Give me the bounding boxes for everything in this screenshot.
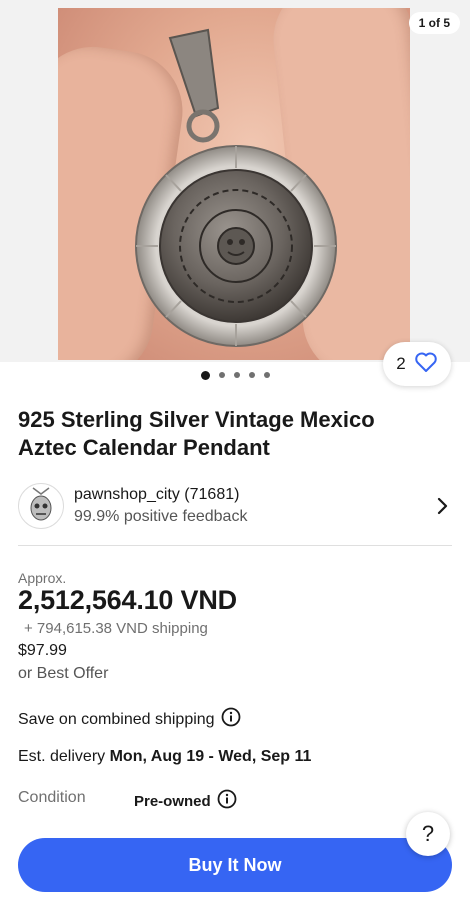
watch-count: 2 bbox=[396, 354, 406, 373]
shipping-cost: + 794,615.38 VND shipping bbox=[24, 620, 208, 637]
pendant-illustration bbox=[135, 28, 337, 347]
chevron-right-icon[interactable] bbox=[432, 496, 452, 516]
product-photo[interactable] bbox=[58, 8, 410, 360]
divider bbox=[18, 545, 452, 546]
gallery-pagination bbox=[0, 370, 470, 380]
image-counter: 1 of 5 bbox=[408, 12, 460, 34]
approx-label: Approx. bbox=[18, 570, 67, 586]
listing-title: 925 Sterling Silver Vintage Mexico Aztec… bbox=[18, 407, 375, 460]
price-amount: 2,512,564.10 VND bbox=[18, 585, 237, 615]
pagination-dot-active[interactable] bbox=[200, 370, 210, 380]
best-offer-text: or Best Offer bbox=[18, 665, 109, 682]
seller-feedback: 99.9% positive feedback bbox=[74, 508, 248, 525]
seller-avatar bbox=[18, 483, 64, 529]
help-button[interactable]: ? bbox=[406, 812, 450, 856]
seller-name[interactable]: pawnshop_city (71681) bbox=[74, 484, 432, 506]
estimated-delivery: Est. delivery Mon, Aug 19 - Wed, Sep 11 bbox=[18, 748, 311, 766]
condition-value[interactable]: Pre-owned bbox=[134, 789, 237, 813]
pagination-dot[interactable] bbox=[248, 372, 255, 378]
pagination-dot[interactable] bbox=[218, 372, 225, 378]
condition-label: Condition bbox=[18, 789, 86, 806]
combined-shipping[interactable]: Save on combined shipping bbox=[18, 707, 241, 732]
condition-text: Pre-owned bbox=[134, 792, 211, 810]
image-gallery[interactable]: 1 of 5 bbox=[0, 0, 470, 362]
delivery-label: Est. delivery bbox=[18, 748, 110, 765]
original-price: $97.99 bbox=[18, 642, 67, 659]
seller-card[interactable]: pawnshop_city (71681) 99.9% positive fee… bbox=[18, 480, 452, 532]
info-icon[interactable] bbox=[217, 789, 237, 813]
delivery-dates: Mon, Aug 19 - Wed, Sep 11 bbox=[109, 748, 312, 765]
pagination-dot[interactable] bbox=[263, 372, 270, 378]
pagination-dot[interactable] bbox=[233, 372, 240, 378]
buy-it-now-button[interactable]: Buy It Now bbox=[18, 838, 452, 892]
info-icon[interactable] bbox=[221, 707, 241, 732]
combined-shipping-label: Save on combined shipping bbox=[18, 710, 215, 728]
